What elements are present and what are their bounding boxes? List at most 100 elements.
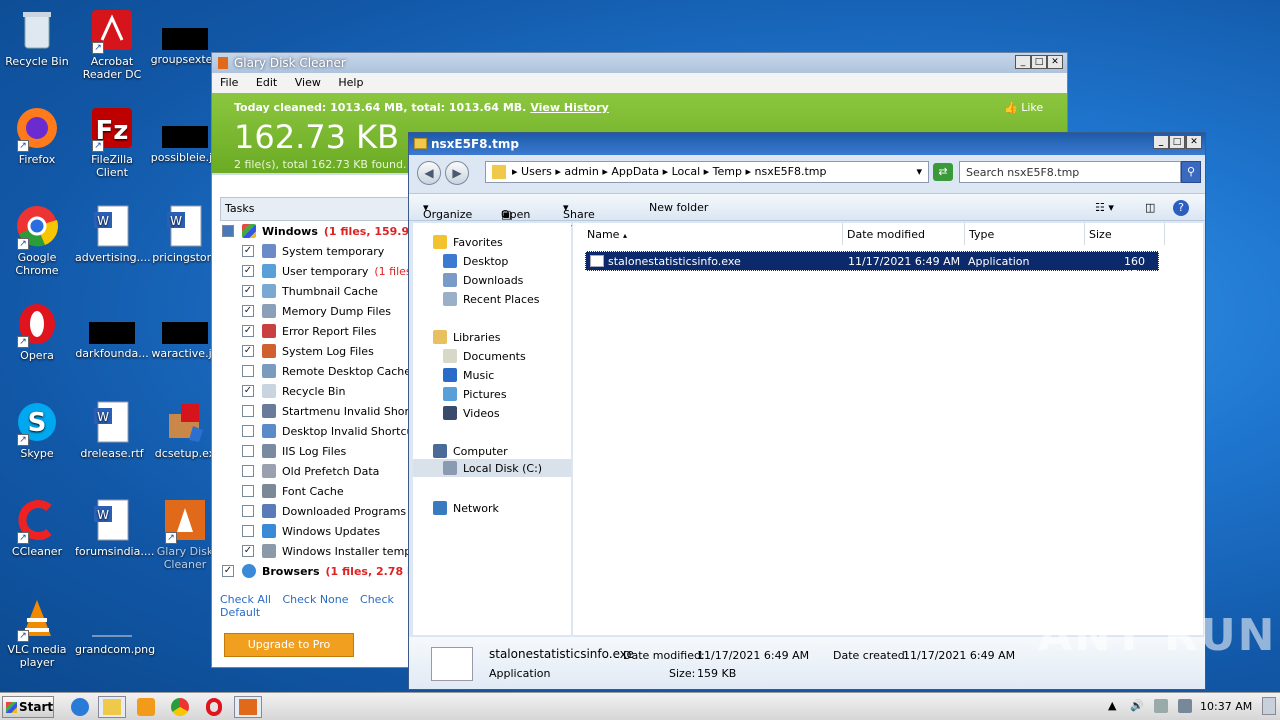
task-item[interactable]: ✓ Error Report Files [242, 321, 411, 341]
task-checkbox[interactable]: ✓ [242, 385, 254, 397]
explorer-titlebar[interactable]: nsxE5F8.tmp _ □ ✕ [409, 133, 1205, 155]
task-checkbox[interactable] [242, 425, 254, 437]
column-size[interactable]: Size [1085, 223, 1165, 245]
preview-pane-icon[interactable]: ◫ [1145, 201, 1155, 214]
desktop-icon-ccleaner[interactable]: ↗ CCleaner [0, 498, 74, 558]
task-item[interactable]: ✓ Recycle Bin [242, 381, 411, 401]
glary-titlebar[interactable]: Glary Disk Cleaner _ □ ✕ [212, 53, 1067, 73]
search-input[interactable]: Search nsxE5F8.tmp [959, 161, 1181, 183]
desktop-icon-acrobat[interactable]: ↗ Acrobat Reader DC [75, 8, 149, 81]
breadcrumb-temp[interactable]: Temp [713, 165, 742, 178]
task-checkbox[interactable]: ✓ [242, 545, 254, 557]
view-options-icon[interactable]: ☷ ▾ [1095, 201, 1114, 214]
new-folder-button[interactable]: New folder [649, 201, 708, 214]
nav-network[interactable]: Network [433, 501, 499, 515]
maximize-button[interactable]: □ [1169, 135, 1185, 149]
desktop-icon-skype[interactable]: S ↗ Skype [0, 400, 74, 460]
chrome-taskbar-icon[interactable] [166, 696, 194, 718]
clock[interactable]: 10:37 AM [1200, 700, 1252, 713]
menu-view[interactable]: View [295, 76, 321, 89]
desktop-icon-vlc[interactable]: ↗ VLC media player [0, 596, 74, 669]
desktop-icon-forumsindia[interactable]: W forumsindia.... [75, 498, 154, 558]
media-player-taskbar-icon[interactable] [132, 696, 160, 718]
task-item[interactable]: Font Cache [242, 481, 411, 501]
explorer-taskbar-icon[interactable] [98, 696, 126, 718]
task-group-browsers[interactable]: ✓ Browsers (1 files, 2.78 KB) [222, 561, 411, 581]
show-desktop-button[interactable] [1262, 697, 1276, 715]
column-name[interactable]: Name ▴ [573, 223, 843, 245]
task-item[interactable]: ✓ Thumbnail Cache [242, 281, 411, 301]
desktop-icon-firefox[interactable]: ↗ Firefox [0, 106, 74, 166]
view-history-link[interactable]: View History [530, 101, 608, 114]
breadcrumb-admin[interactable]: admin [564, 165, 598, 178]
task-checkbox[interactable] [242, 365, 254, 377]
desktop-icon-chrome[interactable]: ↗ Google Chrome [0, 204, 74, 277]
task-item[interactable]: Startmenu Invalid Shortcut [242, 401, 411, 421]
nav-music[interactable]: Music [443, 368, 494, 382]
task-item[interactable]: Remote Desktop Cache [242, 361, 411, 381]
upgrade-button[interactable]: Upgrade to Pro [224, 633, 354, 657]
nav-computer[interactable]: Computer [433, 444, 508, 458]
checkbox-browsers[interactable]: ✓ [222, 565, 234, 577]
task-checkbox[interactable]: ✓ [242, 245, 254, 257]
task-item[interactable]: Desktop Invalid Shortcuts [242, 421, 411, 441]
address-bar[interactable]: ▸ Users ▸ admin ▸ AppData ▸ Local ▸ Temp… [485, 161, 929, 183]
minimize-button[interactable]: _ [1015, 55, 1031, 69]
task-checkbox[interactable]: ✓ [242, 285, 254, 297]
network-tray-icon[interactable] [1178, 699, 1192, 713]
task-item[interactable]: Downloaded Programs [242, 501, 411, 521]
close-button[interactable]: ✕ [1186, 135, 1202, 149]
desktop-icon-filezilla[interactable]: Fz ↗ FileZilla Client [75, 106, 149, 179]
menu-file[interactable]: File [220, 76, 238, 89]
forward-button[interactable]: ▶ [445, 161, 469, 185]
start-button[interactable]: Start [2, 696, 54, 718]
task-item[interactable]: ✓ Memory Dump Files [242, 301, 411, 321]
ie-taskbar-icon[interactable] [66, 696, 94, 718]
task-group-windows[interactable]: Windows (1 files, 159.95 K [222, 221, 411, 241]
task-item[interactable]: IIS Log Files [242, 441, 411, 461]
column-date[interactable]: Date modified [843, 223, 965, 245]
nav-pictures[interactable]: Pictures [443, 387, 507, 401]
desktop-icon-advertising[interactable]: W advertising.... [75, 204, 151, 264]
task-item[interactable]: ✓ User temporary (1 files, 1! [242, 261, 411, 281]
task-item[interactable]: Windows Updates [242, 521, 411, 541]
nav-downloads[interactable]: Downloads [443, 273, 523, 287]
nav-local-disk[interactable]: Local Disk (C:) [413, 459, 571, 477]
breadcrumb-appdata[interactable]: AppData [611, 165, 659, 178]
checkbox-windows[interactable] [222, 225, 234, 237]
task-item[interactable]: ✓ System Log Files [242, 341, 411, 361]
breadcrumb-local[interactable]: Local [672, 165, 701, 178]
menu-edit[interactable]: Edit [256, 76, 277, 89]
share-with-button[interactable]: Share with ▾ [563, 201, 595, 234]
volume-icon[interactable]: 🔊 [1130, 699, 1144, 712]
nav-recent-places[interactable]: Recent Places [443, 292, 540, 306]
menu-help[interactable]: Help [338, 76, 363, 89]
task-checkbox[interactable]: ✓ [242, 325, 254, 337]
nav-libraries[interactable]: Libraries [433, 330, 501, 344]
task-checkbox[interactable]: ✓ [242, 305, 254, 317]
minimize-button[interactable]: _ [1153, 135, 1169, 149]
breadcrumb-current[interactable]: nsxE5F8.tmp [755, 165, 827, 178]
nav-favorites[interactable]: Favorites [433, 235, 503, 249]
task-checkbox[interactable]: ✓ [242, 265, 254, 277]
task-item[interactable]: ✓ System temporary [242, 241, 411, 261]
nav-documents[interactable]: Documents [443, 349, 526, 363]
file-row[interactable]: stalonestatisticsinfo.exe 11/17/2021 6:4… [585, 251, 1159, 281]
maximize-button[interactable]: □ [1031, 55, 1047, 69]
task-checkbox[interactable] [242, 465, 254, 477]
task-checkbox[interactable] [242, 505, 254, 517]
organize-button[interactable]: Organize ▾ [423, 201, 472, 221]
task-checkbox[interactable] [242, 405, 254, 417]
breadcrumb-users[interactable]: Users [521, 165, 552, 178]
glary-taskbar-icon[interactable] [234, 696, 262, 718]
task-item[interactable]: ✓ Windows Installer tempora [242, 541, 411, 561]
task-checkbox[interactable] [242, 525, 254, 537]
desktop-icon-drelease[interactable]: W drelease.rtf [75, 400, 149, 460]
like-button[interactable]: 👍 Like [1004, 101, 1043, 114]
check-none-link[interactable]: Check None [282, 593, 348, 606]
nav-videos[interactable]: Videos [443, 406, 500, 420]
desktop-icon-opera[interactable]: ↗ Opera [0, 302, 74, 362]
chevron-down-icon[interactable]: ▾ [916, 165, 922, 178]
task-item[interactable]: Old Prefetch Data [242, 461, 411, 481]
search-icon[interactable]: ⚲ [1181, 161, 1201, 183]
